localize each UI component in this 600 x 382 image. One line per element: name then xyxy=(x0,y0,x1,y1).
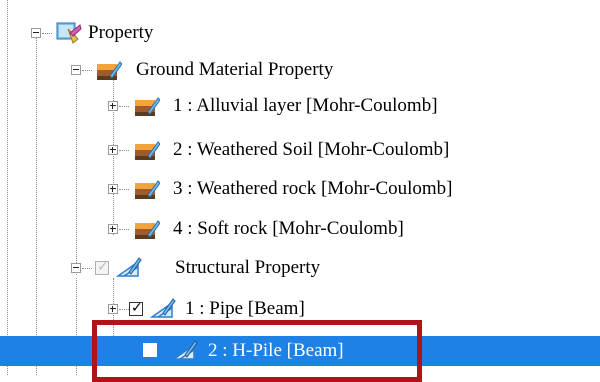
ground-material-icon xyxy=(96,58,123,82)
ground-material-icon xyxy=(134,177,161,201)
visibility-checkbox[interactable]: ✓ xyxy=(95,259,109,275)
highlight-annotation-box xyxy=(92,320,422,382)
ground-material-icon xyxy=(134,217,161,241)
tree-node-label: Ground Material Property xyxy=(136,59,334,80)
property-icon xyxy=(56,21,82,45)
collapse-toggle[interactable] xyxy=(71,65,81,75)
expand-toggle[interactable] xyxy=(108,145,118,155)
tree-node-structural-property[interactable]: ✓ Structural Property xyxy=(0,253,400,283)
check-icon: ✓ xyxy=(97,259,109,275)
tree-node-label: 3 : Weathered rock [Mohr-Coulomb] xyxy=(173,178,453,199)
structural-property-icon xyxy=(115,256,142,280)
tree-node-label: Property xyxy=(88,22,154,43)
tree-node-ground-item[interactable]: 3 : Weathered rock [Mohr-Coulomb] xyxy=(0,174,560,204)
expand-toggle[interactable] xyxy=(108,304,118,314)
collapse-toggle[interactable] xyxy=(71,263,81,273)
collapse-toggle[interactable] xyxy=(31,28,41,38)
expand-toggle[interactable] xyxy=(108,184,118,194)
tree-node-ground-item[interactable]: 2 : Weathered Soil [Mohr-Coulomb] xyxy=(0,135,560,165)
tree-node-label: Structural Property xyxy=(175,257,321,278)
tree-node-ground-item[interactable]: 1 : Alluvial layer [Mohr-Coulomb] xyxy=(0,91,560,121)
expand-toggle[interactable] xyxy=(108,224,118,234)
tree-node-label: 2 : Weathered Soil [Mohr-Coulomb] xyxy=(173,139,450,160)
structural-property-icon xyxy=(149,297,176,321)
tree-node-label: 1 : Alluvial layer [Mohr-Coulomb] xyxy=(173,95,438,116)
visibility-checkbox[interactable]: ✓ xyxy=(129,300,143,316)
check-icon: ✓ xyxy=(131,300,143,316)
tree-node-label: 4 : Soft rock [Mohr-Coulomb] xyxy=(173,218,404,239)
tree-node-property[interactable]: Property xyxy=(0,18,300,48)
property-tree: Property Ground Material Property 1 : Al… xyxy=(0,0,600,382)
expand-toggle[interactable] xyxy=(108,101,118,111)
ground-material-icon xyxy=(134,138,161,162)
tree-node-ground-item[interactable]: 4 : Soft rock [Mohr-Coulomb] xyxy=(0,214,560,244)
tree-line xyxy=(36,35,37,375)
ground-material-icon xyxy=(134,94,161,118)
tree-node-ground-material-property[interactable]: Ground Material Property xyxy=(0,55,400,85)
